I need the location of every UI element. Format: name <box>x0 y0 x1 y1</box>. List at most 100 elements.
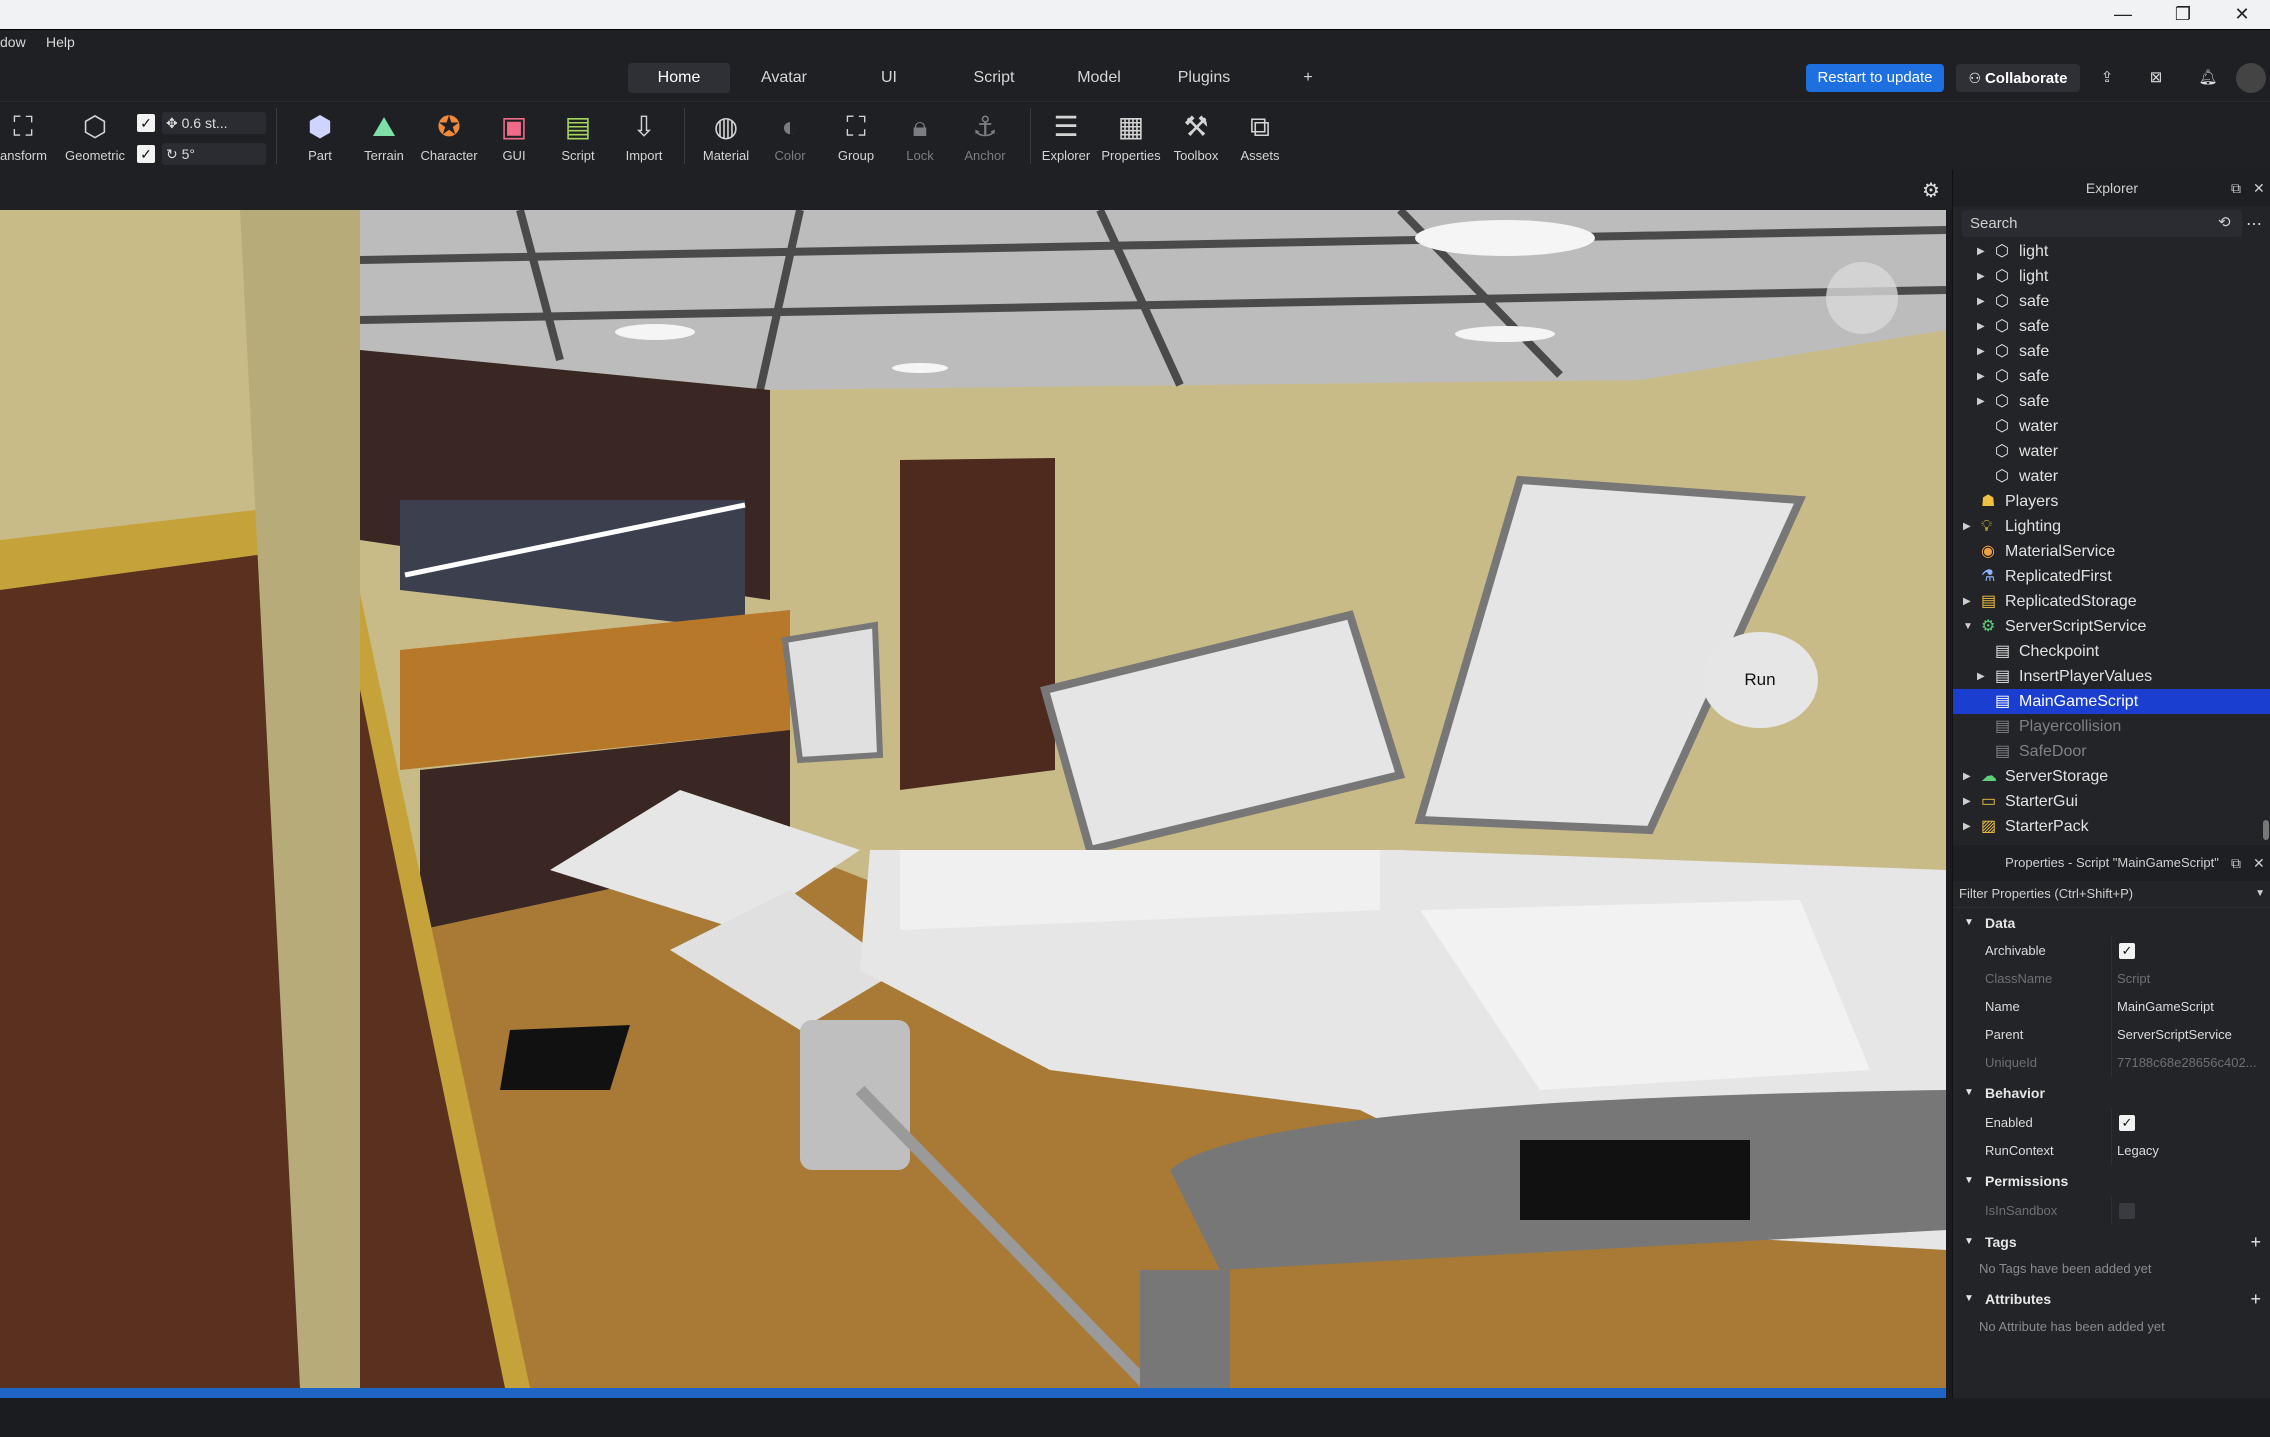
tree-item-safe[interactable]: ▶ ⬡ safe <box>1953 364 2270 389</box>
tab-home[interactable]: Home <box>628 63 730 93</box>
undock-icon[interactable]: ⧉ <box>2231 845 2241 881</box>
group-tool[interactable]: ⛶ Group <box>826 102 886 171</box>
tree-item-insert-player-values[interactable]: ▶ ▤ InsertPlayerValues <box>1953 664 2270 689</box>
tree-item-safe[interactable]: ▶ ⬡ safe <box>1953 289 2270 314</box>
tab-ui[interactable]: UI <box>850 63 928 93</box>
section-tags[interactable]: ▼ Tags + <box>1953 1228 2270 1256</box>
history-icon[interactable]: ⟲ <box>2218 213 2231 231</box>
material-tool[interactable]: ◍ Material <box>694 102 758 171</box>
filter-properties-input[interactable]: Filter Properties (Ctrl+Shift+P) ▼ <box>1953 881 2270 908</box>
script-icon: ▤ <box>1995 718 2011 735</box>
terrain-tool[interactable]: ⛰ Terrain <box>356 102 412 171</box>
tree-item-material-service[interactable]: ◉ MaterialService <box>1953 539 2270 564</box>
archivable-checkbox[interactable]: ✓ <box>2119 943 2135 959</box>
tree-item-server-storage[interactable]: ▶ ☁ ServerStorage <box>1953 764 2270 789</box>
anchor-tool[interactable]: ⚓︎ Anchor <box>956 102 1014 171</box>
properties-tool[interactable]: ▦ Properties <box>1098 102 1164 171</box>
tree-item-water[interactable]: ⬡ water <box>1953 414 2270 439</box>
title-bar: — ❐ ✕ <box>0 0 2270 29</box>
tree-item-water[interactable]: ⬡ water <box>1953 464 2270 489</box>
add-tag-icon[interactable]: + <box>2250 1228 2261 1256</box>
rotate-step-input[interactable]: ↻ 5° <box>162 143 266 165</box>
more-icon[interactable]: ⋯ <box>2246 214 2262 234</box>
transform-tool[interactable]: ⛶ ansform <box>0 102 47 171</box>
tree-item-starter-pack[interactable]: ▶ ▨ StarterPack <box>1953 814 2270 839</box>
explorer-tool[interactable]: ☰ Explorer <box>1036 102 1096 171</box>
group-icon: ⛶ <box>846 111 866 142</box>
assets-icon: ⧉ <box>1250 111 1270 142</box>
menu-help[interactable]: Help <box>46 34 75 50</box>
enabled-checkbox[interactable]: ✓ <box>2119 1115 2135 1131</box>
part-tool[interactable]: ⬢ Part <box>290 102 350 171</box>
model-icon: ⬡ <box>1995 293 2009 310</box>
tree-item-playercollision[interactable]: ▤ Playercollision <box>1953 714 2270 739</box>
players-icon: ☗ <box>1981 493 1996 510</box>
script-tool[interactable]: ▤ Script <box>552 102 604 171</box>
tree-item-players[interactable]: ☗ Players <box>1953 489 2270 514</box>
add-attribute-icon[interactable]: + <box>2250 1285 2261 1313</box>
restart-to-update-button[interactable]: Restart to update <box>1806 64 1944 92</box>
tree-item-safe-door[interactable]: ▤ SafeDoor <box>1953 739 2270 764</box>
menu-window[interactable]: dow <box>0 34 26 50</box>
tags-empty-note: No Tags have been added yet <box>1979 1261 2152 1276</box>
close-icon[interactable]: ✕ <box>2253 845 2265 881</box>
tree-item-light[interactable]: ▶ ⬡ light <box>1953 264 2270 289</box>
material-icon: ◍ <box>713 111 739 142</box>
3d-viewport[interactable]: Run <box>0 210 1946 1388</box>
import-tool[interactable]: ⇩ Import <box>616 102 672 171</box>
prop-runcontext[interactable]: RunContext Legacy <box>1953 1137 2270 1165</box>
collaborate-button[interactable]: ⚇ Collaborate <box>1956 64 2080 92</box>
tab-plugins[interactable]: Plugins <box>1160 63 1248 93</box>
tree-item-lighting[interactable]: ▶ 💡︎ Lighting <box>1953 514 2270 539</box>
toolbox-tool[interactable]: ⚒ Toolbox <box>1168 102 1224 171</box>
bell-icon[interactable]: 🔔︎ <box>2194 64 2222 92</box>
prop-name[interactable]: Name MainGameScript <box>1953 993 2270 1021</box>
gui-icon: ▣ <box>500 111 528 142</box>
rotate-snap-checkbox[interactable]: ✓ <box>137 145 155 163</box>
tree-item-safe[interactable]: ▶ ⬡ safe <box>1953 389 2270 414</box>
explorer-search-input[interactable]: Search ⟲ <box>1962 210 2242 237</box>
tree-item-light[interactable]: ▶ ⬡ light <box>1953 239 2270 264</box>
avatar[interactable] <box>2236 63 2266 93</box>
undock-icon[interactable]: ⧉ <box>2231 170 2241 206</box>
script-icon: ▤ <box>1995 693 2011 710</box>
tree-item-water[interactable]: ⬡ water <box>1953 439 2270 464</box>
tab-model[interactable]: Model <box>1055 63 1143 93</box>
geometric-tool[interactable]: ⬡ Geometric <box>60 102 130 171</box>
tree-item-starter-gui[interactable]: ▶ ▭ StarterGui <box>1953 789 2270 814</box>
character-tool[interactable]: ✪ Character <box>416 102 482 171</box>
section-permissions[interactable]: ▼ Permissions <box>1953 1167 2270 1195</box>
explorer-scrollbar[interactable] <box>2263 820 2269 840</box>
tree-item-safe[interactable]: ▶ ⬡ safe <box>1953 314 2270 339</box>
add-tab-button[interactable]: + <box>1290 63 1326 93</box>
move-snap-checkbox[interactable]: ✓ <box>137 114 155 132</box>
prop-classname: ClassName Script <box>1953 965 2270 993</box>
grid-icon[interactable]: ⊠ <box>2142 64 2170 92</box>
section-behavior[interactable]: ▼ Behavior <box>1953 1079 2270 1107</box>
prop-parent[interactable]: Parent ServerScriptService <box>1953 1021 2270 1049</box>
rotate-icon: ↻ <box>166 146 178 162</box>
gear-icon[interactable]: ⚙ <box>1922 178 1940 203</box>
close-window-button[interactable]: ✕ <box>2214 0 2270 29</box>
properties-title: Properties - Script "MainGameScript" <box>1953 845 2270 881</box>
tree-item-replicated-storage[interactable]: ▶ ▤ ReplicatedStorage <box>1953 589 2270 614</box>
section-data[interactable]: ▼ Data <box>1953 909 2270 937</box>
run-button[interactable]: Run <box>1702 632 1818 728</box>
assets-tool[interactable]: ⧉ Assets <box>1232 102 1288 171</box>
tree-item-main-game-script[interactable]: ▤ MainGameScript <box>1953 689 2270 714</box>
color-tool[interactable]: ◐ Color <box>764 102 816 171</box>
section-attributes[interactable]: ▼ Attributes + <box>1953 1285 2270 1313</box>
tree-item-checkpoint[interactable]: ▤ Checkpoint <box>1953 639 2270 664</box>
lock-tool[interactable]: 🔒︎ Lock <box>894 102 946 171</box>
close-icon[interactable]: ✕ <box>2253 170 2265 206</box>
restore-button[interactable]: ❐ <box>2155 0 2211 29</box>
move-step-input[interactable]: ✥ 0.6 st... <box>162 112 266 134</box>
tree-item-safe[interactable]: ▶ ⬡ safe <box>1953 339 2270 364</box>
gui-tool[interactable]: ▣ GUI <box>488 102 540 171</box>
tab-script[interactable]: Script <box>950 63 1038 93</box>
tree-item-server-script-service[interactable]: ▼ ⚙ ServerScriptService <box>1953 614 2270 639</box>
share-icon[interactable]: ⇪ <box>2093 64 2121 92</box>
tab-avatar[interactable]: Avatar <box>740 63 828 93</box>
minimize-button[interactable]: — <box>2095 0 2151 29</box>
tree-item-replicated-first[interactable]: ⚗ ReplicatedFirst <box>1953 564 2270 589</box>
